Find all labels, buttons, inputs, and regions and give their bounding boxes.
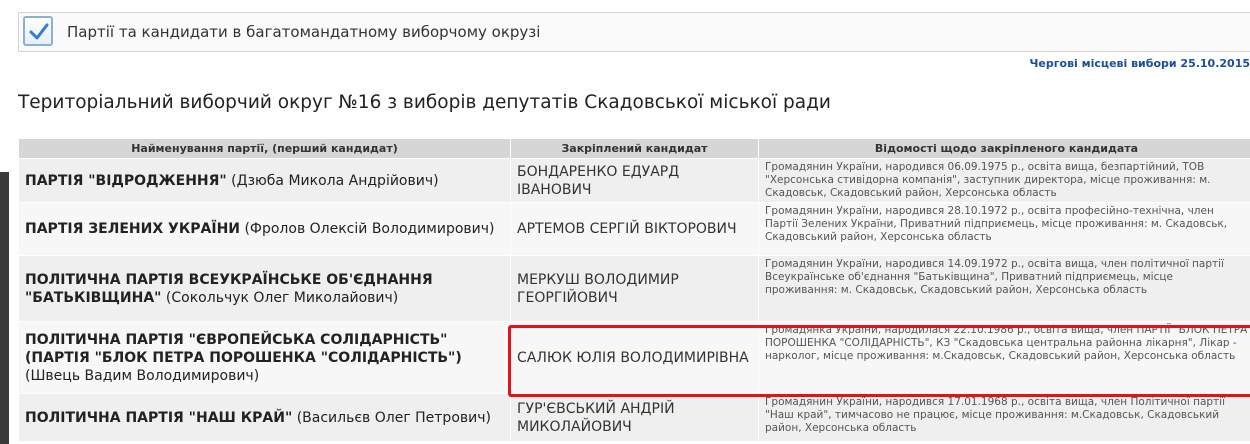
candidate-info: Громадянка України, народилася 22.10.198… xyxy=(758,321,1250,394)
candidate-info: Громадянин України, народився 14.09.1972… xyxy=(758,255,1250,322)
first-candidate: (Швець Вадим Володимирович) xyxy=(25,367,260,384)
election-link[interactable]: Чергові місцеві вибори 25.10.2015 xyxy=(1030,57,1250,70)
candidate-name: АРТЕМОВ СЕРГІЙ ВІКТОРОВИЧ xyxy=(510,202,759,256)
candidate-name: ГУР'ЄВСЬКИЙ АНДРІЙ МИКОЛАЙОВИЧ xyxy=(510,393,759,442)
checkmark-icon xyxy=(23,16,53,46)
table-row: ПОЛІТИЧНА ПАРТІЯ "НАШ КРАЙ" (Васильєв Ол… xyxy=(18,393,1250,442)
column-header-candidate: Закріплений кандидат xyxy=(510,138,759,159)
candidates-table: Найменування партії, (перший кандидат) З… xyxy=(18,138,1250,442)
candidate-info: Громадянин України, народився 06.09.1975… xyxy=(758,158,1250,203)
party-name: ПОЛІТИЧНА ПАРТІЯ "НАШ КРАЙ" xyxy=(25,409,293,426)
party-name: ПАРТІЯ ЗЕЛЕНИХ УКРАЇНИ xyxy=(25,221,241,237)
candidate-info: Громадянин України, народився 28.10.1972… xyxy=(758,202,1250,256)
table-row: ПАРТІЯ ЗЕЛЕНИХ УКРАЇНИ (Фролов Олексій В… xyxy=(18,202,1250,256)
party-cell: ПОЛІТИЧНА ПАРТІЯ ВСЕУКРАЇНСЬКЕ ОБ'ЄДНАНН… xyxy=(18,255,511,322)
candidate-name: БОНДАРЕНКО ЕДУАРД ІВАНОВИЧ xyxy=(510,158,759,203)
first-candidate: (Фролов Олексій Володимирович) xyxy=(244,221,495,237)
party-cell: ПАРТІЯ "ВІДРОДЖЕННЯ" (Дзюба Микола Андрі… xyxy=(18,158,511,203)
party-name: ПАРТІЯ "ВІДРОДЖЕННЯ" xyxy=(25,172,227,189)
candidate-name: МЕРКУШ ВОЛОДИМИР ГЕОРГІЙОВИЧ xyxy=(510,255,759,322)
column-header-party: Найменування партії, (перший кандидат) xyxy=(18,138,511,159)
party-name: ПОЛІТИЧНА ПАРТІЯ "ЄВРОПЕЙСЬКА СОЛІДАРНІС… xyxy=(25,331,462,366)
table-row: ПОЛІТИЧНА ПАРТІЯ "ЄВРОПЕЙСЬКА СОЛІДАРНІС… xyxy=(18,321,1250,394)
table-row: ПАРТІЯ "ВІДРОДЖЕННЯ" (Дзюба Микола Андрі… xyxy=(18,158,1250,203)
first-candidate: (Дзюба Микола Андрійович) xyxy=(231,172,439,189)
candidate-name: САЛЮК ЮЛІЯ ВОЛОДИМИРІВНА xyxy=(510,321,759,394)
left-edge-strip xyxy=(0,172,9,444)
column-header-info: Відомості щодо закріпленого кандидата xyxy=(758,138,1250,159)
section-title: Партії та кандидати в багатомандатному в… xyxy=(67,23,541,41)
section-header: Партії та кандидати в багатомандатному в… xyxy=(18,12,1250,52)
table-header-row: Найменування партії, (перший кандидат) З… xyxy=(18,138,1250,159)
table-row: ПОЛІТИЧНА ПАРТІЯ ВСЕУКРАЇНСЬКЕ ОБ'ЄДНАНН… xyxy=(18,255,1250,322)
page-title: Територіальний виборчий округ №16 з вибо… xyxy=(18,92,831,113)
party-cell: ПОЛІТИЧНА ПАРТІЯ "ЄВРОПЕЙСЬКА СОЛІДАРНІС… xyxy=(18,321,511,394)
party-cell: ПОЛІТИЧНА ПАРТІЯ "НАШ КРАЙ" (Васильєв Ол… xyxy=(18,393,511,442)
party-cell: ПАРТІЯ ЗЕЛЕНИХ УКРАЇНИ (Фролов Олексій В… xyxy=(18,202,511,256)
candidate-info: Громадянин України, народився 17.01.1968… xyxy=(758,393,1250,442)
first-candidate: (Васильєв Олег Петрович) xyxy=(296,409,491,426)
first-candidate: (Сокольчук Олег Миколайович) xyxy=(165,289,399,306)
